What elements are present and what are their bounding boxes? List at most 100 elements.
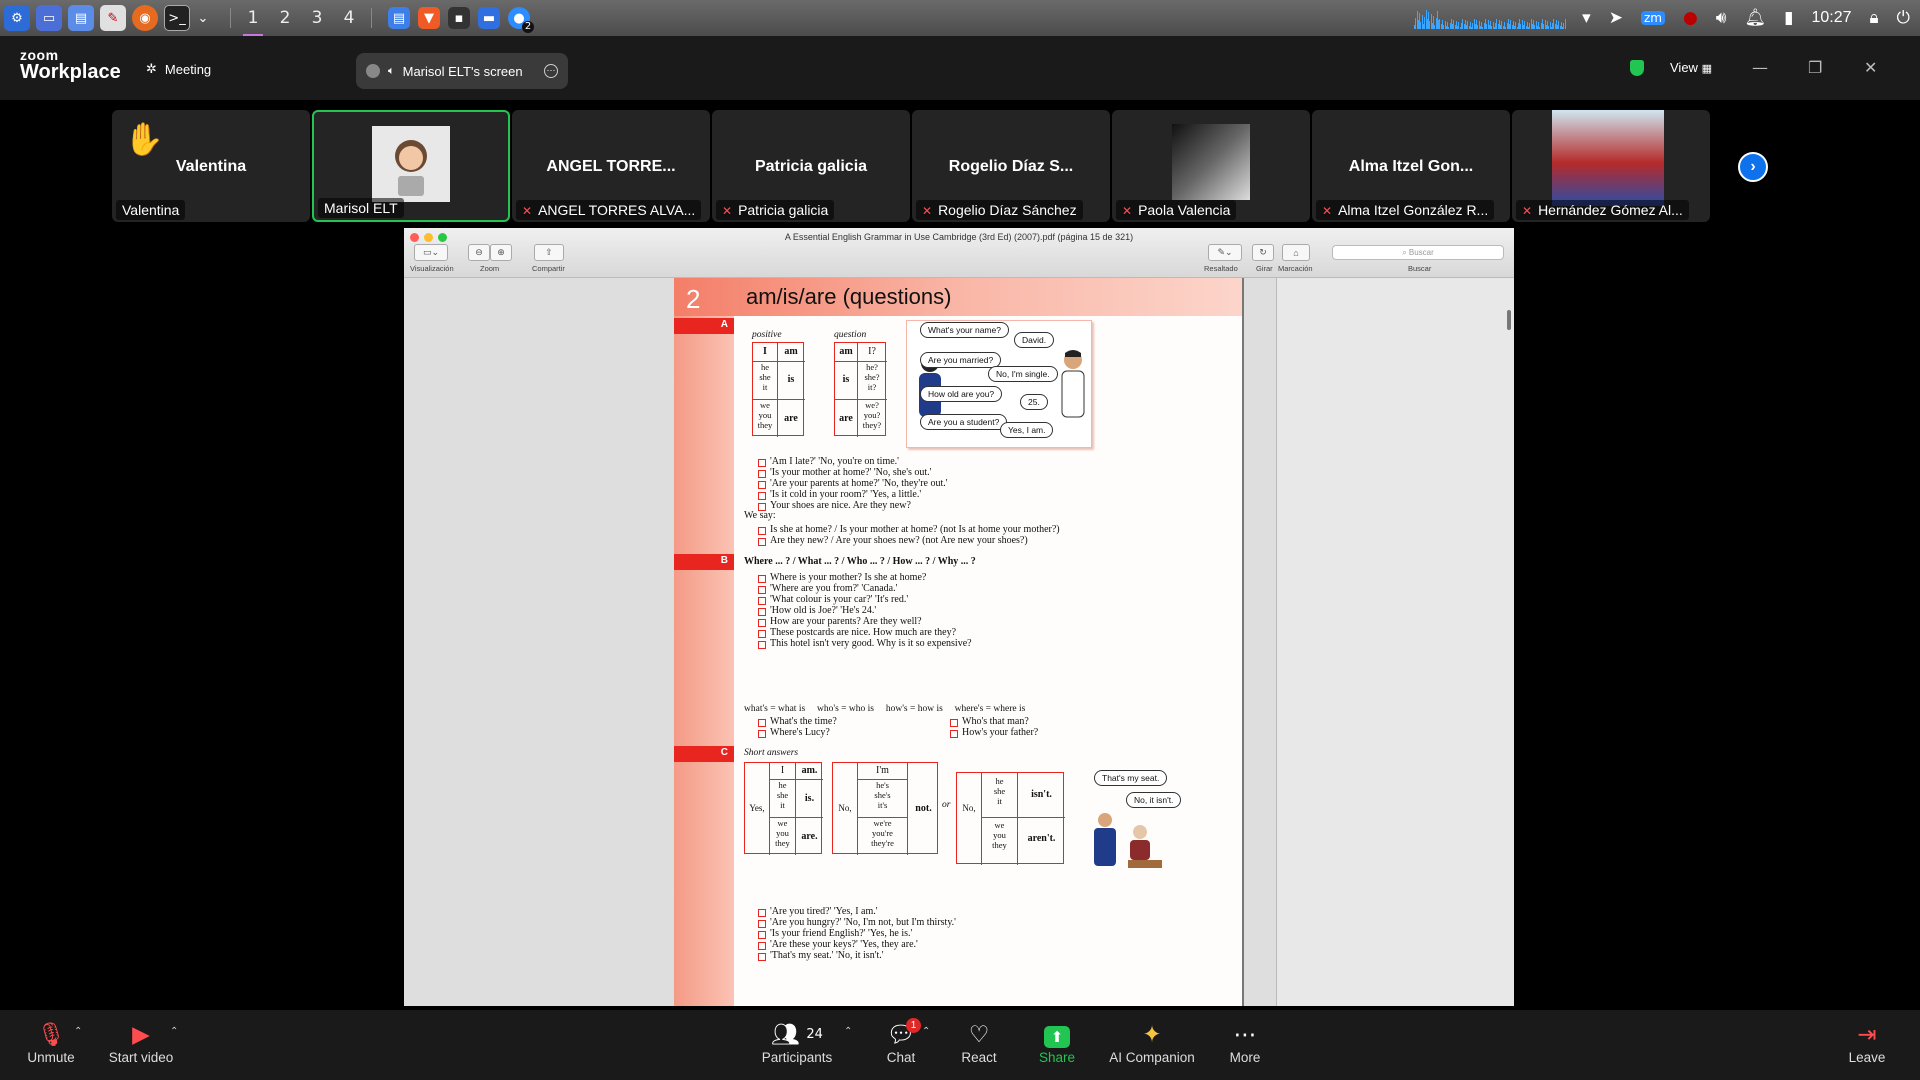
brave-task-icon[interactable]: ▼ xyxy=(418,7,440,29)
section-a-marker: A xyxy=(674,318,734,334)
participant-tile[interactable]: ✕ Paola Valencia xyxy=(1112,110,1310,222)
leave-button[interactable]: ⇥ Leave xyxy=(1822,1020,1912,1065)
raised-hand-icon: ✋ xyxy=(124,120,164,158)
terminal-icon[interactable]: >_ xyxy=(164,5,190,31)
no-table-negative: No, he she it isn't. we you they aren't. xyxy=(956,772,1065,865)
unmute-button[interactable]: 🎙︎ Unmute xyxy=(6,1020,96,1065)
meeting-toolbar: 🎙︎ Unmute ⌃ ▶︎ Start video ⌃ 👥︎ 24 Partic… xyxy=(0,1010,1920,1080)
no-pronoun-3: we're you're they're xyxy=(871,818,894,848)
screen-share-pill[interactable]: 🔈︎ Marisol ELT's screen ··· xyxy=(356,53,568,89)
participant-tile[interactable]: ✋ Valentina Valentina xyxy=(112,110,310,222)
desktop-icon[interactable]: ▭ xyxy=(36,5,62,31)
audio-options-caret-icon[interactable]: ⌃ xyxy=(74,1026,82,1037)
files-icon[interactable]: ▤ xyxy=(68,5,94,31)
volume-icon[interactable]: 🔊︎ xyxy=(1716,8,1727,28)
participants-caret-icon[interactable]: ⌃ xyxy=(844,1026,852,1037)
clock[interactable]: 10:27 xyxy=(1811,9,1851,27)
telegram-icon[interactable]: ➤ xyxy=(1609,8,1623,28)
video-options-caret-icon[interactable]: ⌃ xyxy=(170,1026,178,1037)
view-button[interactable]: View ▦ xyxy=(1670,60,1712,75)
zoom-task-icon[interactable]: ● 2 xyxy=(508,7,534,33)
mic-muted-icon: ✕ xyxy=(722,204,733,218)
mic-muted-icon: ✕ xyxy=(1522,204,1533,218)
react-button[interactable]: ♡ React xyxy=(934,1020,1024,1065)
share-doc-button[interactable]: ⇧ xyxy=(534,244,564,261)
power-icon[interactable]: ⏻ xyxy=(1897,8,1910,28)
workspace-3[interactable]: 3 xyxy=(301,8,333,28)
participant-name-label: Valentina xyxy=(116,200,186,220)
contractions-line: what's = what is who's = who is how's = … xyxy=(744,704,1026,714)
meeting-button[interactable]: ✲ Meeting xyxy=(146,62,211,77)
section-b-heading: Where ... ? / What ... ? / Who ... ? / H… xyxy=(744,556,976,567)
firefox-icon[interactable]: ◉ xyxy=(132,5,158,31)
next-page-button[interactable]: › xyxy=(1738,152,1768,182)
terminal-task-icon[interactable]: ▪ xyxy=(448,7,470,29)
participant-name: Hernández Gómez Al... xyxy=(1538,202,1683,218)
lock-icon[interactable]: 🔒︎ xyxy=(1870,8,1879,28)
zoom-out-button[interactable]: ⊖ xyxy=(468,244,490,261)
participant-tile[interactable]: ANGEL TORRE... ✕ ANGEL TORRES ALVA... xyxy=(512,110,710,222)
workspace-switcher[interactable]: 1 2 3 4 xyxy=(230,8,372,36)
positive-label: positive xyxy=(752,330,782,340)
close-icon[interactable]: ✕ xyxy=(1864,58,1877,77)
yes-pronoun-1: I xyxy=(780,765,785,776)
window-task-icon[interactable]: ▬ xyxy=(478,7,500,29)
pdf-editor-icon[interactable]: ✎ xyxy=(100,5,126,31)
positive-table: I am he she it is we you they are xyxy=(752,342,805,437)
security-shield-icon[interactable] xyxy=(1630,60,1644,76)
more-button[interactable]: ⋯ More xyxy=(1200,1020,1290,1065)
workspace-2[interactable]: 2 xyxy=(269,8,301,28)
yes-pronoun-3: we you they xyxy=(775,818,790,848)
os-top-bar: ⚙ ▭ ▤ ✎ ◉ >_ ⌄ 1 2 3 4 ▤ ▼ ▪ ▬ ● 2 ▾ ➤ zm… xyxy=(0,0,1920,36)
chat-label: Chat xyxy=(886,1050,916,1065)
short-answer-item: 'Are you hungry?' 'No, I'm not, but I'm … xyxy=(758,917,956,928)
preview-side-area xyxy=(1276,278,1514,1006)
restore-icon[interactable]: ❐ xyxy=(1808,58,1822,77)
bubble-student-question: Are you a student? xyxy=(920,414,1008,430)
zoom-tray-icon[interactable]: zm xyxy=(1640,11,1665,25)
scrollbar[interactable] xyxy=(1507,310,1511,330)
participants-label: Participants xyxy=(761,1050,833,1065)
participant-tile[interactable]: Patricia galicia ✕ Patricia galicia xyxy=(712,110,910,222)
highlight-button[interactable]: ✎⌄ xyxy=(1208,244,1242,261)
document-task-icon[interactable]: ▤ xyxy=(388,7,410,29)
bubble-age-question: How old are you? xyxy=(920,386,1003,402)
workspace-1[interactable]: 1 xyxy=(237,8,269,36)
participants-button[interactable]: 👥︎ 24 Participants xyxy=(752,1020,842,1065)
contraction-example: What's the time? xyxy=(758,716,837,727)
record-icon[interactable]: ● xyxy=(1683,8,1698,28)
audio-visualizer xyxy=(1414,7,1566,29)
participant-tile[interactable]: Rogelio Díaz S... ✕ Rogelio Díaz Sánchez xyxy=(912,110,1110,222)
or-word: or xyxy=(942,800,951,810)
battery-icon[interactable]: ▮ xyxy=(1784,8,1793,28)
rotate-button[interactable]: ↻ xyxy=(1252,244,1274,261)
no-pronoun-1: I'm xyxy=(876,765,889,776)
wifi-icon[interactable]: ▾ xyxy=(1582,8,1591,28)
participant-tile[interactable]: Alma Itzel Gon... ✕ Alma Itzel González R.… xyxy=(1312,110,1510,222)
minimize-icon[interactable]: — xyxy=(1752,58,1768,77)
bell-icon[interactable]: 🔔︎ xyxy=(1745,8,1767,28)
example-item: 'Is your mother at home?' 'No, she's out… xyxy=(758,467,931,478)
section-b-marker: B xyxy=(674,554,734,570)
tool-label-highlight: Resaltado xyxy=(1204,264,1238,273)
pdf-page: 2 am/is/are (questions) A positive quest… xyxy=(674,278,1244,1006)
launcher-icon[interactable]: ⚙ xyxy=(4,5,30,31)
sidebar-toggle-button[interactable]: ▭⌄ xyxy=(414,244,448,261)
contraction-example: Where's Lucy? xyxy=(758,727,830,738)
mic-muted-icon: ✕ xyxy=(1322,204,1333,218)
share-button[interactable]: ⬆ Share xyxy=(1012,1020,1102,1065)
q-pronoun-1: I? xyxy=(868,346,876,357)
workspace-4[interactable]: 4 xyxy=(333,8,365,28)
ai-companion-button[interactable]: ✦ AI Companion xyxy=(1094,1020,1210,1065)
markup-button[interactable]: ⌂ xyxy=(1282,244,1310,261)
participant-tile[interactable]: Marisol ELT xyxy=(312,110,510,222)
preview-search-input[interactable]: ⌕ Buscar xyxy=(1332,245,1504,260)
chevron-down-icon[interactable]: ⌄ xyxy=(196,5,210,31)
participants-count: 24 xyxy=(806,1027,823,1042)
participant-tile[interactable]: ✕ Hernández Gómez Al... xyxy=(1512,110,1710,222)
zoom-in-button[interactable]: ⊕ xyxy=(490,244,512,261)
chat-caret-icon[interactable]: ⌃ xyxy=(922,1026,930,1037)
search-placeholder: Buscar xyxy=(1408,248,1434,257)
chat-button[interactable]: 💬︎ 1 Chat xyxy=(856,1018,946,1065)
more-options-icon[interactable]: ··· xyxy=(544,64,558,78)
